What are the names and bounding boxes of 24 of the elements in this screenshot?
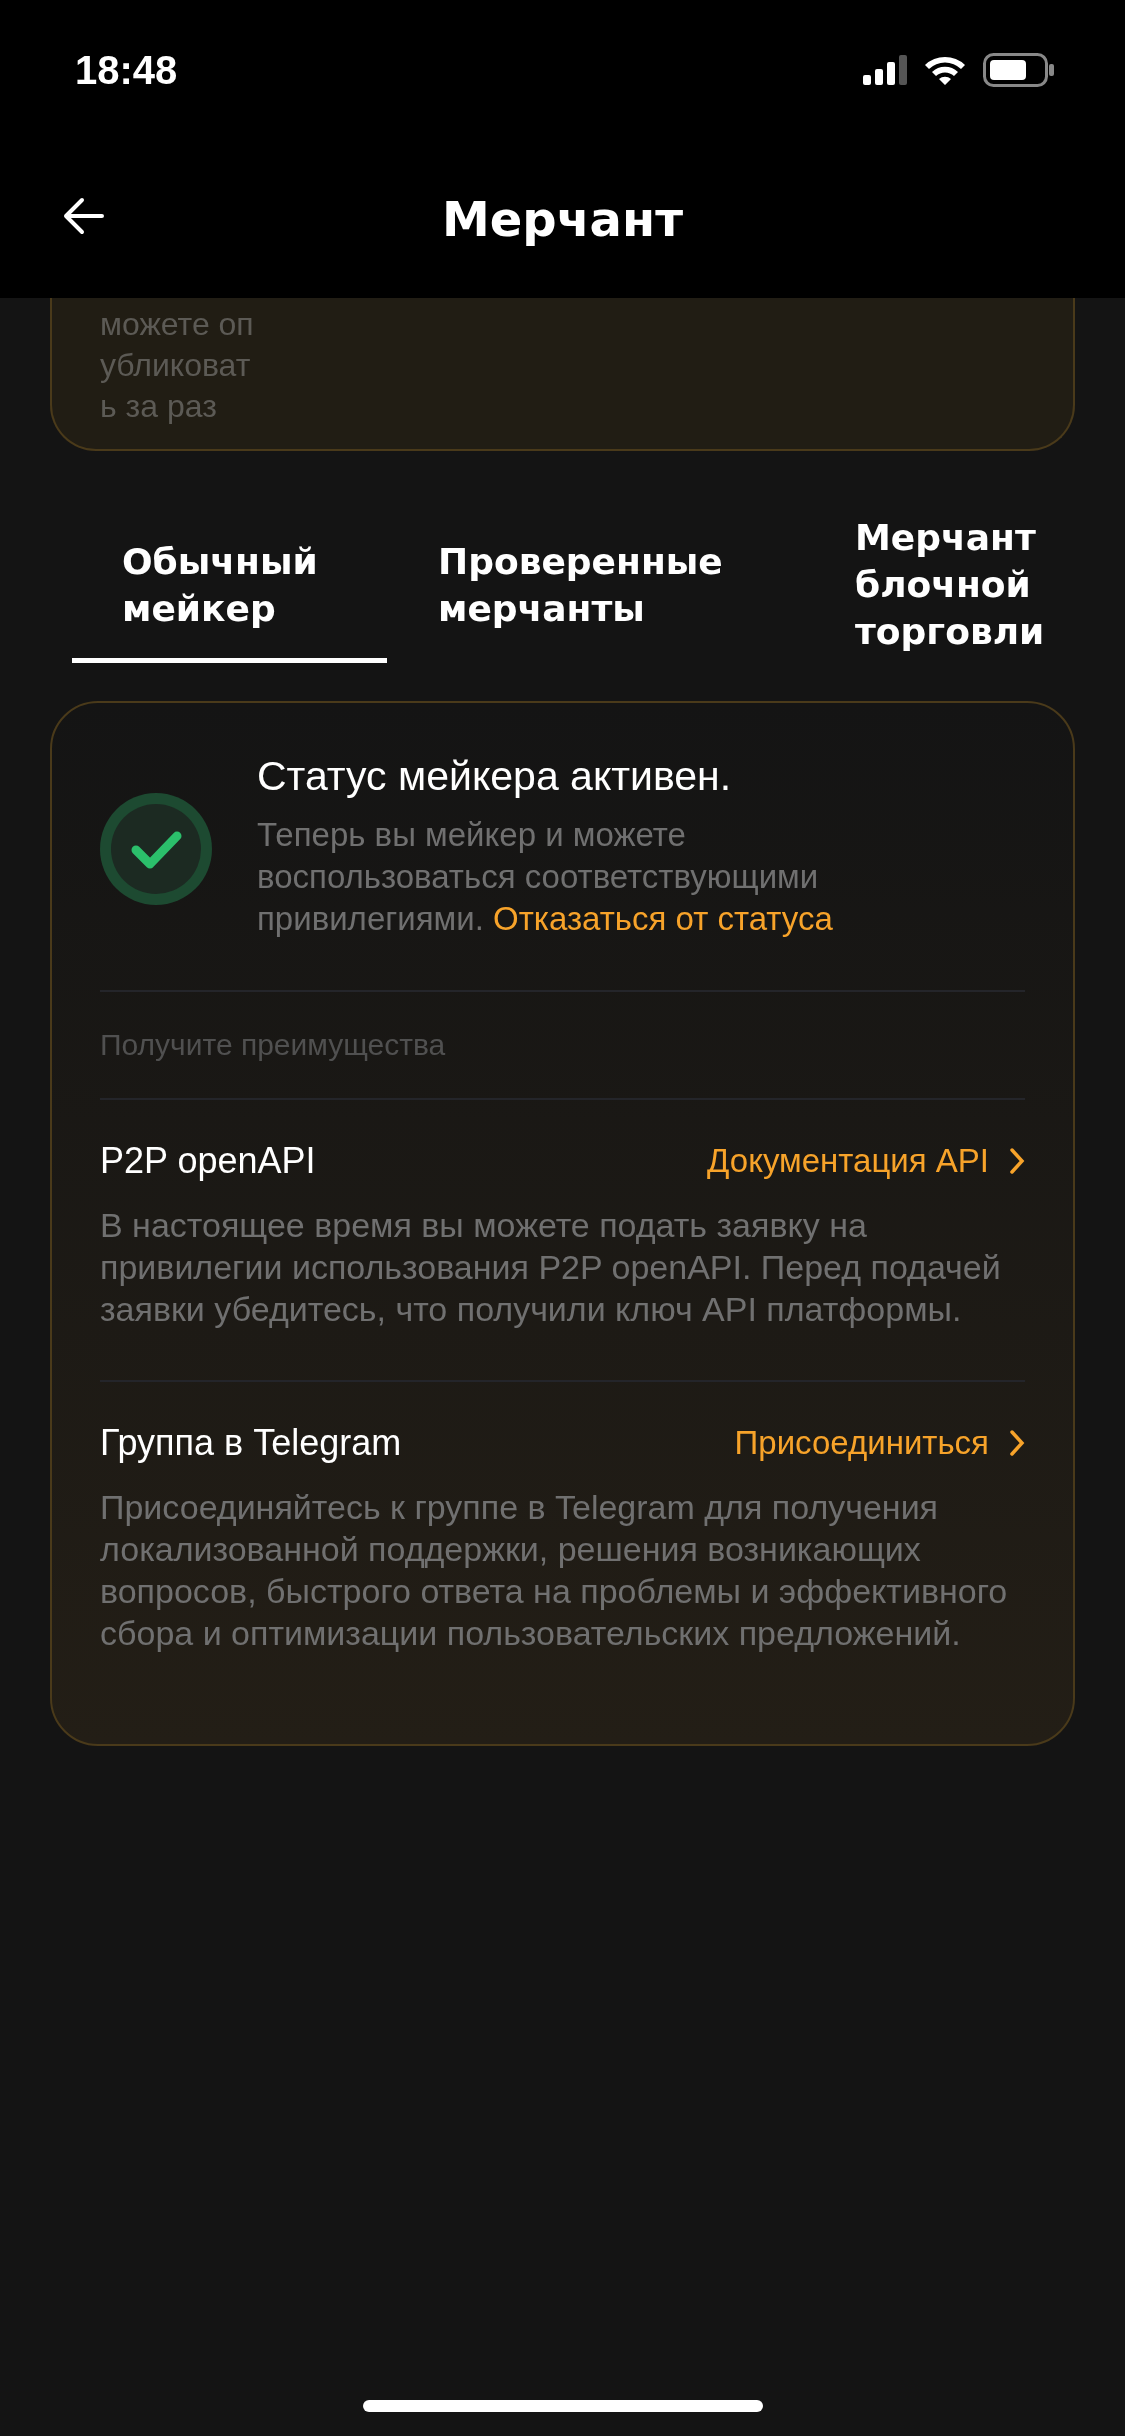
chevron-right-icon bbox=[1009, 1147, 1025, 1175]
tab[interactable]: Обычный мейкер bbox=[72, 511, 387, 663]
benefit-title: Группа в Telegram bbox=[100, 1422, 402, 1464]
status-title: Статус мейкера активен. bbox=[257, 753, 733, 800]
chevron-right-icon bbox=[1009, 1429, 1025, 1457]
tab[interactable]: Мерчант блочной торговли bbox=[855, 511, 1115, 663]
battery-icon bbox=[983, 53, 1055, 87]
resign-status-link[interactable]: Отказаться от статуса bbox=[493, 900, 833, 937]
card-text: можете оп bbox=[100, 305, 255, 344]
benefit-title: P2P openAPI bbox=[100, 1140, 316, 1182]
card-text: ь за раз bbox=[100, 387, 218, 426]
status-time: 18:48 bbox=[75, 47, 178, 93]
signal-icon bbox=[863, 55, 907, 85]
benefit-link[interactable]: Присоединиться bbox=[734, 1424, 1025, 1462]
benefit-description: В настоящее время вы можете подать заявку на привилегии использования P2P openAPI. Перед подачей заявки убедитесь, что получили ключ API платформы. bbox=[100, 1205, 1002, 1330]
status-description: Теперь вы мейкер и можете воспользоваться соответствующими привилегиями. Отказаться от статуса bbox=[257, 815, 834, 939]
back-arrow-icon[interactable] bbox=[62, 196, 106, 236]
benefit-link[interactable]: Документация API bbox=[707, 1142, 1025, 1180]
wifi-icon bbox=[923, 54, 967, 86]
card-text: убликоват bbox=[100, 346, 252, 385]
page-title: Мерчант bbox=[442, 191, 683, 247]
benefit-description: Присоединяйтесь к группе в Telegram для получения локализованной поддержки, решения возникающих вопросов, быстрого ответа на проблемы и эффективного сбора и оптимизации пользовательских предложений. bbox=[100, 1487, 1009, 1654]
tab[interactable]: Проверенные мерчанты bbox=[438, 511, 804, 663]
benefits-heading: Получите преимущества bbox=[100, 1027, 447, 1063]
